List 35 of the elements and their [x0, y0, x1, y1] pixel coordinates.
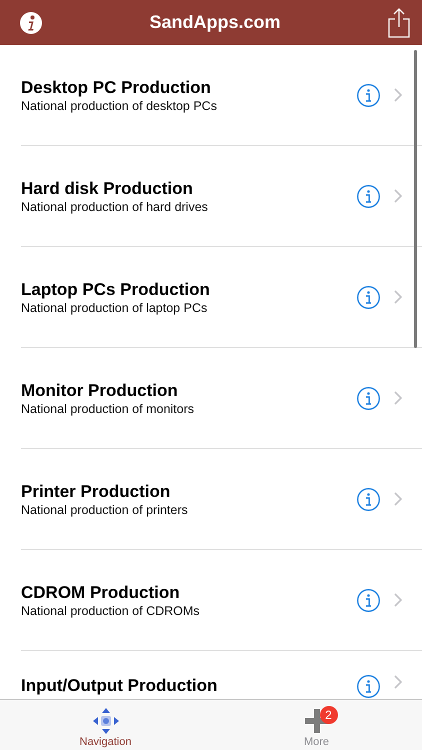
- row-title: Monitor Production: [21, 380, 179, 400]
- row-title: Desktop PC Production: [21, 76, 212, 98]
- row-title: Printer Production: [21, 480, 172, 502]
- row-title: Input/Output Production: [21, 675, 218, 696]
- row-subtitle: National production of printers: [21, 502, 189, 518]
- chevron-icon: [394, 391, 402, 405]
- info-icon[interactable]: [357, 488, 380, 510]
- row-subtitle: National production of desktop PCs: [21, 98, 218, 114]
- chevron-icon: [394, 189, 402, 203]
- move-arrows-icon: [92, 707, 120, 735]
- share-icon[interactable]: [388, 8, 410, 38]
- scrollbar[interactable]: [414, 50, 417, 348]
- row-title: CDROM Production: [21, 582, 181, 602]
- info-icon[interactable]: [357, 386, 380, 410]
- info-icon[interactable]: [357, 184, 380, 208]
- chevron-icon: [394, 593, 402, 607]
- tab[interactable]: Navigation: [0, 700, 211, 750]
- info-icon[interactable]: [357, 675, 380, 698]
- info-icon[interactable]: [20, 12, 42, 34]
- count-badge: 2: [320, 706, 338, 724]
- chevron-icon: [394, 88, 402, 102]
- info-icon[interactable]: [357, 84, 380, 106]
- info-icon[interactable]: [357, 286, 380, 308]
- row-subtitle: National production of laptop PCs: [21, 300, 208, 316]
- tab[interactable]: 2 More: [211, 700, 422, 750]
- row-title: Hard disk Production: [21, 178, 194, 198]
- chevron-icon: [394, 492, 402, 506]
- chevron-icon: [394, 290, 402, 304]
- chevron-icon: [394, 675, 402, 689]
- row-subtitle: National production of CDROMs: [21, 602, 201, 618]
- nav-title: SandApps.com: [149, 12, 281, 33]
- row-subtitle: National production of monitors: [21, 400, 196, 416]
- row-subtitle: National production of hard drives: [21, 198, 209, 214]
- row-title: Laptop PCs Production: [21, 278, 211, 300]
- info-icon[interactable]: [357, 588, 380, 612]
